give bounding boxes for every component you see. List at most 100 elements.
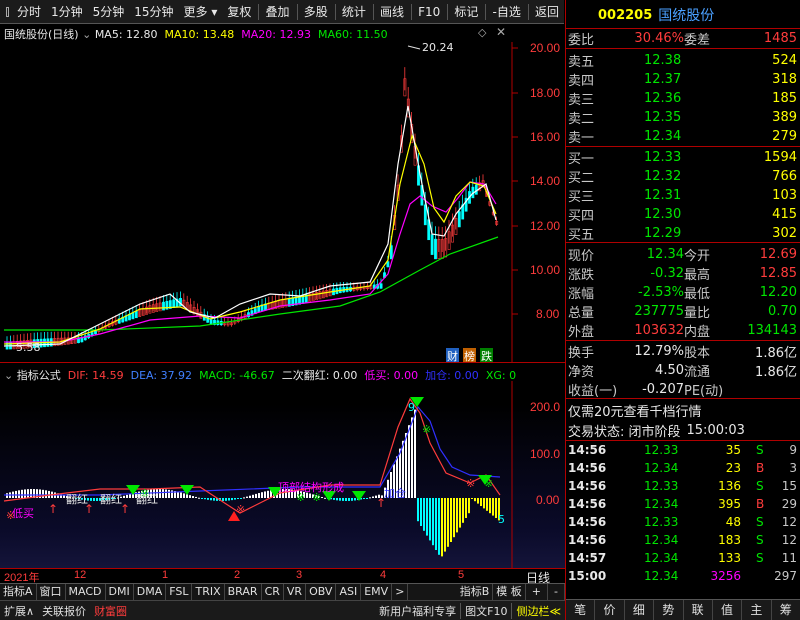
stat-label: 最高 <box>684 267 711 283</box>
quote-tab[interactable]: 价 <box>595 600 625 620</box>
quote-tab[interactable]: 笔 <box>566 600 596 620</box>
graphic-f10-button[interactable]: 图文F10 <box>460 602 511 619</box>
tick-volume: 183 <box>718 533 741 547</box>
bid-row[interactable]: 买五 12.29 302 <box>566 223 800 243</box>
macd-tick-100: 100.0 <box>530 447 561 461</box>
period-15min-button[interactable]: 15分钟 <box>129 0 178 24</box>
multi-stock-button[interactable]: 多股 <box>299 0 333 24</box>
remove-watchlist-button[interactable]: -自选 <box>488 0 526 24</box>
tab-obv[interactable]: OBV <box>306 584 337 600</box>
quote-tab[interactable]: 值 <box>713 600 743 620</box>
indicator-panel[interactable]: ⌄ 指标公式 DIF: 14.59 DEA: 37.92 MACD: -46.6… <box>0 362 565 569</box>
time-label-12: 12 <box>74 569 87 581</box>
menu-square-icon[interactable] <box>6 6 9 17</box>
zoom-out-button[interactable]: - <box>548 584 565 600</box>
tab-fsl[interactable]: FSL <box>166 584 193 600</box>
tab-vr[interactable]: VR <box>284 584 307 600</box>
period-1min-button[interactable]: 1分钟 <box>46 0 88 24</box>
tab-indicator-b[interactable]: 指标B <box>457 584 494 600</box>
macd-tick-0: 0.00 <box>536 493 560 507</box>
bid-volume: 766 <box>772 168 797 184</box>
stat-label: 外盘 <box>568 324 595 340</box>
tab-brar[interactable]: BRAR <box>225 584 262 600</box>
back-button[interactable]: 返回 <box>530 0 564 24</box>
bid-price: 12.31 <box>644 187 682 203</box>
tab-indicator-a[interactable]: 指标A <box>0 584 37 600</box>
tab-emv[interactable]: EMV <box>361 584 393 600</box>
time-label-5: 5 <box>458 569 465 581</box>
quote-tab[interactable]: 势 <box>654 600 684 620</box>
tick-row: 14:56 12.33 136 S 15 <box>566 477 800 495</box>
related-quote-button[interactable]: 关联报价 <box>38 603 90 619</box>
tab-macd[interactable]: MACD <box>66 584 106 600</box>
tab-window[interactable]: 窗口 <box>37 584 66 600</box>
period-intraday-button[interactable]: 分时 <box>12 0 46 24</box>
statistics-button[interactable]: 统计 <box>337 0 371 24</box>
zoom-in-button[interactable]: + <box>526 584 549 600</box>
stat-value: 1.86亿 <box>755 364 797 380</box>
tick-price: 12.34 <box>644 569 679 583</box>
promo-row[interactable]: 仅需20元查看千档行情 <box>566 400 800 420</box>
svg-text:※: ※ <box>484 477 493 490</box>
flip-red-annotation: 翻红 <box>136 493 158 506</box>
bid-row[interactable]: 买一 12.33 1594 <box>566 147 800 167</box>
mark-button[interactable]: 标记 <box>449 0 483 24</box>
ask-row[interactable]: 卖三 12.36 185 <box>566 88 800 108</box>
tick-price: 12.34 <box>644 533 679 547</box>
period-toolbar: 分时 1分钟 5分钟 15分钟 更多 ▾ 复权 叠加 多股 统计 画线 F10 … <box>0 0 564 24</box>
ask-row[interactable]: 卖二 12.35 389 <box>566 107 800 127</box>
bid-volume: 302 <box>772 225 797 241</box>
ask-row[interactable]: 卖一 12.34 279 <box>566 126 800 146</box>
ask-row[interactable]: 卖五 12.38 524 <box>566 50 800 70</box>
bid-label: 买二 <box>568 170 595 186</box>
ask-volume: 524 <box>772 52 797 68</box>
tab-scroll-right[interactable]: > <box>392 584 409 600</box>
macd-bar <box>426 498 428 536</box>
tick-price: 12.33 <box>644 443 679 457</box>
weicha-value: 1485 <box>763 30 797 46</box>
sidebar-toggle[interactable]: 侧边栏≪ <box>511 602 565 619</box>
tick-direction: S <box>756 443 764 457</box>
stock-name: 国统股份 <box>658 8 715 24</box>
kline-chart-panel[interactable]: 国统股份(日线) ⌄ MA5: 12.80 MA10: 13.48 MA20: … <box>0 24 565 364</box>
macd-bar <box>489 498 491 514</box>
quote-tab[interactable]: 细 <box>625 600 655 620</box>
macd-bar <box>453 498 455 538</box>
draw-line-button[interactable]: 画线 <box>375 0 409 24</box>
stat-row: 涨跌 -0.32 最高 12.85 <box>566 263 800 283</box>
weicha-label: 委差 <box>684 32 711 48</box>
stat-row: 涨幅 -2.53% 最低 12.20 <box>566 282 800 302</box>
expand-button[interactable]: 扩展∧ <box>0 603 38 619</box>
quote-tab[interactable]: 联 <box>684 600 713 620</box>
f10-button[interactable]: F10 <box>413 0 445 24</box>
tick-count: 12 <box>781 533 797 547</box>
macd-tick-200: 200.0 <box>530 400 561 414</box>
macd-bar <box>354 498 356 501</box>
tick-time: 14:56 <box>568 479 607 493</box>
price-tick-12: 12.00 <box>530 219 561 233</box>
tab-asi[interactable]: ASI <box>336 584 362 600</box>
overlay-button[interactable]: 叠加 <box>261 0 295 24</box>
weibi-label: 委比 <box>568 32 595 48</box>
ask-volume: 389 <box>772 109 797 125</box>
tick-volume: 136 <box>718 479 741 493</box>
bid-row[interactable]: 买三 12.31 103 <box>566 185 800 205</box>
quote-tab[interactable]: 主 <box>742 600 772 620</box>
tab-dmi[interactable]: DMI <box>106 584 134 600</box>
quote-tab[interactable]: 筹 <box>772 600 800 620</box>
welfare-link[interactable]: 新用户福利专享 <box>375 603 460 619</box>
macd-bar <box>126 494 128 498</box>
wealth-circle-link[interactable]: 财富圈 <box>90 603 131 619</box>
tab-template[interactable]: 模 板 <box>493 584 526 600</box>
tab-dma[interactable]: DMA <box>134 584 167 600</box>
period-5min-button[interactable]: 5分钟 <box>88 0 130 24</box>
adjust-button[interactable]: 复权 <box>222 0 256 24</box>
bid-row[interactable]: 买二 12.32 766 <box>566 166 800 186</box>
bid-row[interactable]: 买四 12.30 415 <box>566 204 800 224</box>
tab-cr[interactable]: CR <box>262 584 284 600</box>
macd-bar <box>6 493 8 498</box>
tab-trix[interactable]: TRIX <box>192 584 225 600</box>
ask-row[interactable]: 卖四 12.37 318 <box>566 69 800 89</box>
candle <box>335 282 339 295</box>
period-more-button[interactable]: 更多 ▾ <box>179 0 223 24</box>
